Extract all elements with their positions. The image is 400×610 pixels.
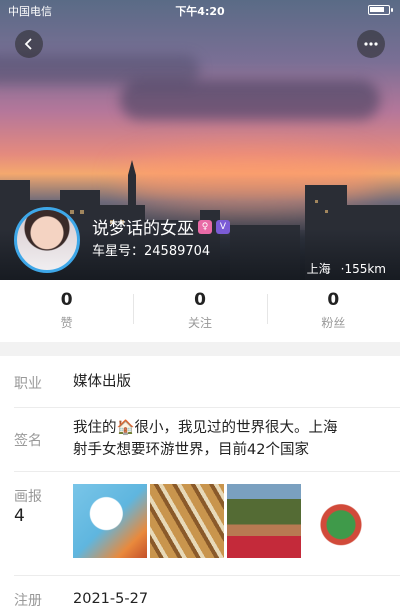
signature-label: 签名 [14, 433, 42, 449]
signature-line-2: 射手女想要环游世界，目前42个国家 [73, 442, 309, 458]
register-label: 注册 [14, 593, 42, 609]
gallery-thumbnail[interactable] [150, 484, 224, 558]
profile-name-row: 说梦话的女巫 ♀ V [92, 214, 230, 239]
job-label: 职业 [14, 376, 42, 392]
gender-badge-icon: ♀ [198, 219, 212, 234]
avatar[interactable] [14, 207, 80, 273]
section-gap [0, 342, 400, 356]
profile-page: 中国电信 下午4:20 说梦话的女巫 ♀ V 车星号：24589704 上海 ·1… [0, 0, 400, 610]
more-button[interactable] [357, 30, 385, 58]
status-bar: 中国电信 下午4:20 [0, 0, 400, 20]
stat-followers[interactable]: 0 粉丝 [266, 280, 400, 342]
car-id: 车星号：24589704 [92, 244, 211, 259]
gallery-thumbnails [73, 484, 378, 558]
stat-followers-label: 粉丝 [321, 316, 346, 330]
stat-following-label: 关注 [187, 316, 212, 330]
chevron-left-icon [24, 38, 32, 50]
gallery-thumbnail[interactable] [304, 484, 378, 558]
stat-likes-label: 赞 [60, 316, 73, 330]
back-button[interactable] [15, 30, 43, 58]
job-row: 职业 媒体出版 [0, 356, 400, 408]
stat-following-value: 0 [194, 290, 206, 310]
location-city: 上海 [306, 262, 331, 276]
stat-likes-value: 0 [60, 290, 73, 310]
more-dots-icon [364, 42, 378, 46]
gallery-label: 画报 [14, 489, 42, 505]
location-distance: ·155km [340, 262, 386, 276]
gallery-thumbnail[interactable] [227, 484, 301, 558]
stats-bar: 0 赞 0 关注 0 粉丝 [0, 280, 400, 342]
register-date: 2021-5-27 [73, 591, 149, 607]
gallery-thumbnail[interactable] [73, 484, 147, 558]
signature-row: 签名 我住的🏠很小，我见过的世界很大。上海 射手女想要环游世界，目前42个国家 [0, 408, 400, 472]
signature-line-1: 我住的🏠很小，我见过的世界很大。上海 [73, 420, 338, 436]
register-row: 注册 2021-5-27 [0, 576, 400, 610]
stat-followers-value: 0 [327, 290, 340, 310]
battery-icon [368, 5, 393, 15]
signature-text: 我住的🏠很小，我见过的世界很大。上海 射手女想要环游世界，目前42个国家 [73, 417, 338, 461]
location: 上海 ·155km [307, 260, 386, 277]
profile-name: 说梦话的女巫 [92, 219, 194, 239]
clock: 下午4:20 [175, 5, 225, 18]
gallery-count: 4 [14, 506, 25, 526]
verified-badge-icon: V [216, 219, 230, 234]
job-value: 媒体出版 [73, 374, 131, 390]
stat-following[interactable]: 0 关注 [133, 280, 266, 342]
stat-likes[interactable]: 0 赞 [0, 280, 133, 342]
